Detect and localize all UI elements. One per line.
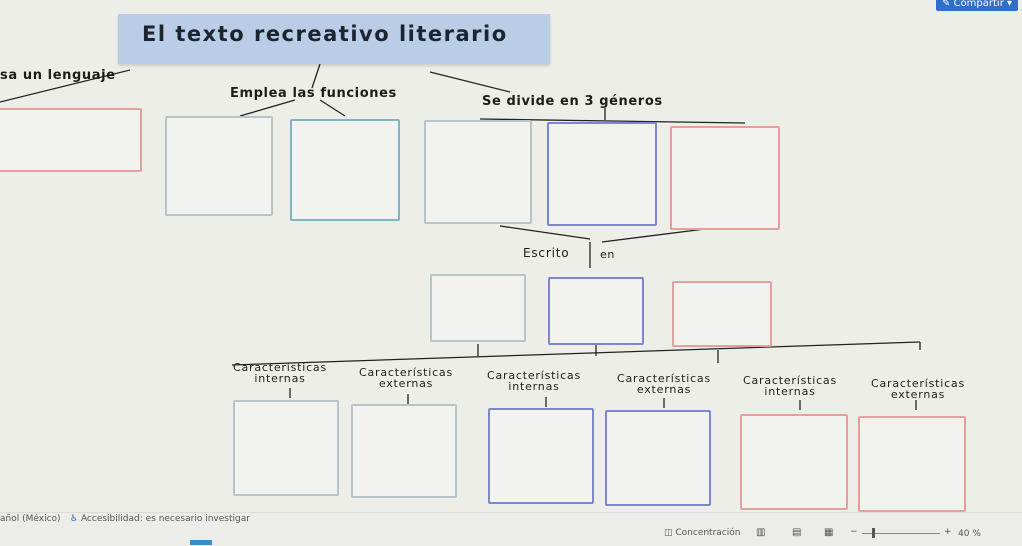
page-title: El texto recreativo literario [142,22,508,46]
characteristics-label-6: Características externas [870,377,965,401]
print-layout-icon[interactable]: ▤ [792,527,801,538]
web-layout-icon[interactable]: ▦ [824,527,833,538]
functions-label: Emplea las funciones [230,86,397,101]
share-button[interactable]: ✎ Compartir ▾ [936,0,1019,11]
status-language[interactable]: añol (México) [0,514,61,524]
genre-box-2[interactable] [547,122,657,226]
read-mode-icon[interactable]: ▥ [756,527,765,538]
focus-icon: ◫ [664,528,676,538]
zoom-level[interactable]: 40 % [958,529,981,539]
focus-mode-button[interactable]: ◫ Concentración [664,528,740,538]
function-box-1[interactable] [165,116,273,216]
zoom-in-button[interactable]: + [944,527,952,537]
written-box-1[interactable] [430,274,526,342]
characteristics-box-4[interactable] [605,410,711,506]
written-suffix: en [600,248,615,261]
share-icon: ✎ [942,0,954,9]
characteristics-label-2: Características externas [358,366,453,390]
characteristics-label-4: Características externas [616,372,711,396]
characteristics-label-1: Características internas [232,361,327,385]
zoom-slider-thumb[interactable] [872,528,875,538]
genre-box-3[interactable] [670,126,780,230]
characteristics-box-6[interactable] [858,416,966,512]
status-bar: añol (México) ♿ Accesibilidad: es necesa… [0,512,1022,546]
taskbar-indicator [190,540,212,545]
language-label: sa un lenguaje [0,68,116,83]
zoom-out-button[interactable]: − [850,527,858,537]
characteristics-box-1[interactable] [233,400,339,496]
accessibility-status[interactable]: ♿ Accesibilidad: es necesario investigar [70,514,250,524]
language-box[interactable] [0,108,142,172]
characteristics-label-5: Características internas [742,374,837,398]
characteristics-box-5[interactable] [740,414,848,510]
function-box-2[interactable] [290,119,400,221]
written-box-2[interactable] [548,277,644,345]
accessibility-icon: ♿ [70,514,81,524]
characteristics-box-3[interactable] [488,408,594,504]
genres-label: Se divide en 3 géneros [482,94,663,109]
characteristics-label-3: Características internas [486,369,581,393]
written-label: Escrito [523,246,570,260]
written-box-3[interactable] [672,281,772,347]
characteristics-box-2[interactable] [351,404,457,498]
genre-box-1[interactable] [424,120,532,224]
